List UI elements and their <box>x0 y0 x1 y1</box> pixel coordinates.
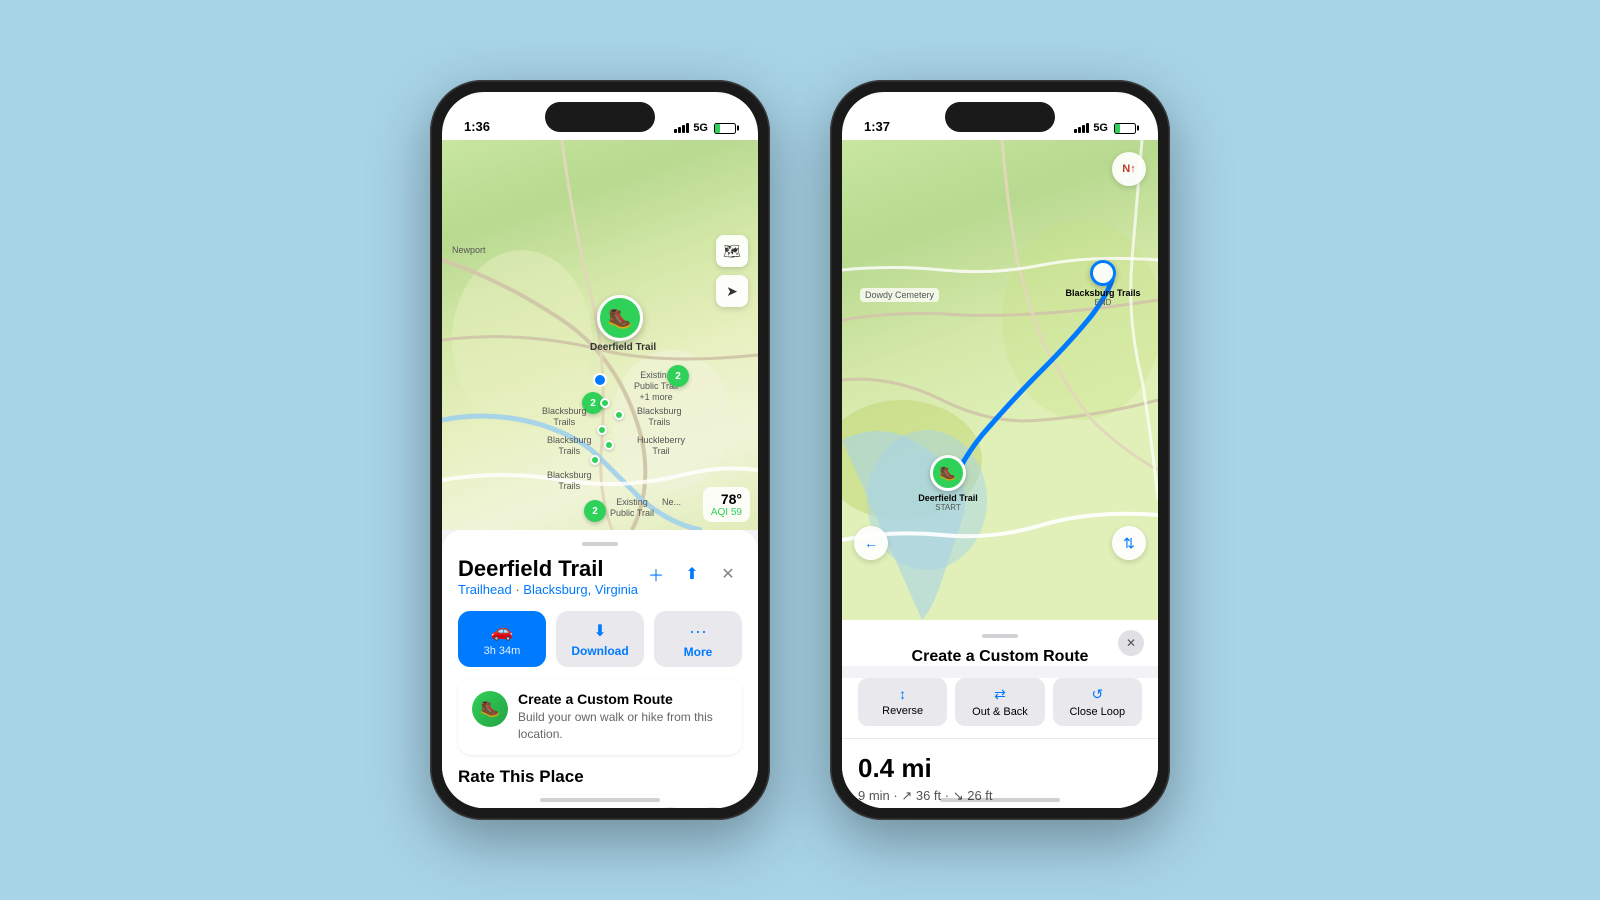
more-btn[interactable]: ··· More <box>654 611 742 667</box>
action-row: 🚗 3h 34m ⬇ Download ··· More <box>458 611 742 667</box>
trail-label-2: BlacksburgTrails <box>637 406 682 428</box>
trail-header: Deerfield Trail Trailhead · Blacksburg, … <box>458 556 742 609</box>
cemetery-label: Dowdy Cemetery <box>860 288 939 302</box>
thumbs-up-btn[interactable]: 👍 <box>654 807 686 808</box>
s-bar-3 <box>1082 125 1085 133</box>
custom-route-card[interactable]: 🥾 Create a Custom Route Build your own w… <box>458 679 742 755</box>
start-pin: 🥾 Deerfield Trail START <box>930 455 966 491</box>
newport-label: Newport <box>452 245 486 256</box>
drive-btn[interactable]: 🚗 3h 34m <box>458 611 546 667</box>
cluster-3[interactable]: 2 <box>584 500 606 522</box>
trail-label-5: HuckleberryTrail <box>637 435 685 457</box>
bottom-panel-1: Deerfield Trail Trailhead · Blacksburg, … <box>442 530 758 808</box>
battery-icon-1 <box>714 123 736 134</box>
thumbs-down-btn[interactable]: 👎 <box>696 807 728 808</box>
end-label: Blacksburg Trails <box>1065 288 1140 298</box>
back-btn[interactable]: ← <box>854 526 888 560</box>
map-area-2[interactable]: Dowdy Cemetery 🥾 Deerfield Trail START B… <box>842 140 1158 620</box>
s-bar-1 <box>1074 129 1077 133</box>
status-icons-2: 5G <box>1074 122 1136 134</box>
download-icon: ⬇ <box>593 621 606 641</box>
phone-1: 1:36 5G <box>430 80 770 820</box>
status-time-2: 1:37 <box>864 119 890 134</box>
out-back-icon: ⇄ <box>994 686 1006 703</box>
add-btn[interactable]: ＋ <box>642 560 670 588</box>
rate-thumbs: 👍 👎 <box>654 807 728 808</box>
trail-label-8: Ne... <box>662 497 681 508</box>
trail-label-4: BlacksburgTrails <box>547 470 592 492</box>
signal-bar-1 <box>674 129 677 133</box>
network-type-1: 5G <box>693 122 708 134</box>
loc-dot-1 <box>600 398 610 408</box>
modal-header: Create a Custom Route ✕ <box>842 620 1158 666</box>
modal-title: Create a Custom Route <box>858 648 1142 666</box>
compass-btn[interactable]: N↑ <box>1112 152 1146 186</box>
modal-close-btn[interactable]: ✕ <box>1118 630 1144 656</box>
close-loop-btn[interactable]: ↺ Close Loop <box>1053 678 1142 726</box>
create-route-modal: Create a Custom Route ✕ ↕ Reverse ⇄ Out … <box>842 620 1158 808</box>
trail-label-3: BlacksburgTrails <box>547 435 592 457</box>
main-trail-pin[interactable]: 🥾 <box>597 295 643 341</box>
custom-route-text: Create a Custom Route Build your own wal… <box>518 691 728 743</box>
loc-dot-5 <box>590 455 600 465</box>
car-icon: 🚗 <box>491 621 513 642</box>
dynamic-island-2 <box>945 102 1055 132</box>
signal-bar-2 <box>678 127 681 133</box>
map-area-1[interactable]: Newport 🥾 Deerfield Trail 2 BlacksburgTr… <box>442 140 758 530</box>
share-btn[interactable]: ⬆ <box>678 560 706 588</box>
signal-bar-4 <box>686 123 689 133</box>
signal-bars-2 <box>1074 123 1089 133</box>
panel-handle-1 <box>582 542 618 546</box>
close-loop-icon: ↺ <box>1091 686 1103 703</box>
phone-2: 1:37 5G <box>830 80 1170 820</box>
trail-actions: ＋ ⬆ ✕ <box>642 560 742 588</box>
out-back-btn[interactable]: ⇄ Out & Back <box>955 678 1044 726</box>
start-sub: START <box>918 503 978 512</box>
aqi-label: AQI 59 <box>711 507 742 518</box>
route-distance: 0.4 mi <box>858 753 1142 784</box>
custom-route-icon: 🥾 <box>472 691 508 727</box>
loc-dot-4 <box>604 440 614 450</box>
battery-icon-2 <box>1114 123 1136 134</box>
reverse-icon: ↕ <box>899 686 906 702</box>
trail-label-1: BlacksburgTrails <box>542 406 587 428</box>
more-icon: ··· <box>689 621 707 642</box>
trail-subtitle: Trailhead · Blacksburg, Virginia <box>458 582 638 597</box>
end-pin: Blacksburg Trails END <box>1090 260 1116 286</box>
cluster-2[interactable]: 2 <box>667 365 689 387</box>
home-indicator-1 <box>540 798 660 802</box>
loc-dot-3 <box>597 425 607 435</box>
status-time-1: 1:36 <box>464 119 490 134</box>
dynamic-island-1 <box>545 102 655 132</box>
deerfield-map-label: Deerfield Trail <box>590 342 656 354</box>
reverse-btn[interactable]: ↕ Reverse <box>858 678 947 726</box>
filter-btn[interactable]: ⇅ <box>1112 526 1146 560</box>
s-bar-2 <box>1078 127 1081 133</box>
s-bar-4 <box>1086 123 1089 133</box>
route-options: ↕ Reverse ⇄ Out & Back ↺ Close Loop <box>842 678 1158 739</box>
trail-title: Deerfield Trail <box>458 556 638 582</box>
trail-label-7: ExistingPublic Trail <box>610 497 654 519</box>
signal-bar-3 <box>682 125 685 133</box>
signal-bars-1 <box>674 123 689 133</box>
network-type-2: 5G <box>1093 122 1108 134</box>
download-btn[interactable]: ⬇ Download <box>556 611 644 667</box>
end-sub: END <box>1065 298 1140 307</box>
home-indicator-2 <box>940 798 1060 802</box>
location-btn[interactable]: ➤ <box>716 275 748 307</box>
loc-dot-2 <box>614 410 624 420</box>
modal-handle <box>982 634 1018 638</box>
close-btn[interactable]: ✕ <box>714 560 742 588</box>
status-icons-1: 5G <box>674 122 736 134</box>
start-label: Deerfield Trail <box>918 493 978 503</box>
weather-badge: 78° AQI 59 <box>703 487 750 522</box>
map-type-btn[interactable]: 🗺 <box>716 235 748 267</box>
